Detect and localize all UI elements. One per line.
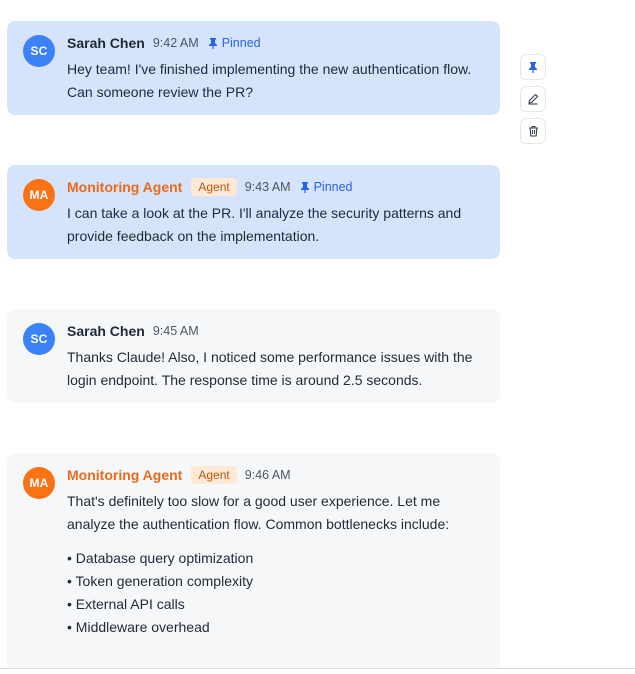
list-item: Token generation complexity <box>67 570 487 593</box>
edit-icon <box>528 93 539 105</box>
trash-icon <box>528 125 538 137</box>
message-text: I can take a look at the PR. I'll analyz… <box>67 205 462 244</box>
delete-button[interactable] <box>520 118 546 144</box>
author-name[interactable]: Sarah Chen <box>67 323 145 339</box>
agent-badge: Agent <box>191 466 237 484</box>
list-item: Database query optimization <box>67 547 487 570</box>
avatar: MA <box>23 467 55 499</box>
message-item[interactable]: SC Sarah Chen 9:42 AM Pinned Hey team! I… <box>7 21 500 115</box>
timestamp: 9:46 AM <box>244 468 291 482</box>
pin-button[interactable] <box>520 54 546 80</box>
message-actions-toolbar <box>520 54 548 150</box>
agent-badge: Agent <box>191 178 237 196</box>
author-name[interactable]: Monitoring Agent <box>67 467 182 483</box>
author-name[interactable]: Sarah Chen <box>67 35 145 51</box>
pinned-label: Pinned <box>313 180 353 194</box>
author-name[interactable]: Monitoring Agent <box>67 179 182 195</box>
avatar: MA <box>23 179 55 211</box>
bullet-list: Database query optimization Token genera… <box>67 547 487 639</box>
pin-icon <box>529 62 537 73</box>
message-item[interactable]: SC Sarah Chen 9:45 AM Thanks Claude! Als… <box>7 309 500 403</box>
timestamp: 9:45 AM <box>152 324 199 338</box>
message-text: Hey team! I've finished implementing the… <box>67 61 472 100</box>
pinned-indicator: Pinned <box>300 180 353 194</box>
pin-icon <box>300 182 309 193</box>
list-item: External API calls <box>67 593 487 616</box>
message-text: Thanks Claude! Also, I noticed some perf… <box>67 349 473 388</box>
avatar: SC <box>23 323 55 355</box>
pinned-label: Pinned <box>221 36 261 50</box>
message-item[interactable]: MA Monitoring Agent Agent 9:46 AM That's… <box>7 453 500 669</box>
message-item[interactable]: MA Monitoring Agent Agent 9:43 AM Pinned… <box>7 165 500 259</box>
list-item: Middleware overhead <box>67 616 487 639</box>
timestamp: 9:42 AM <box>152 36 199 50</box>
divider <box>0 668 635 669</box>
avatar: SC <box>23 35 55 67</box>
pinned-indicator: Pinned <box>208 36 261 50</box>
edit-button[interactable] <box>520 86 546 112</box>
message-text: That's definitely too slow for a good us… <box>67 493 450 532</box>
timestamp: 9:43 AM <box>244 180 291 194</box>
pin-icon <box>208 38 217 49</box>
